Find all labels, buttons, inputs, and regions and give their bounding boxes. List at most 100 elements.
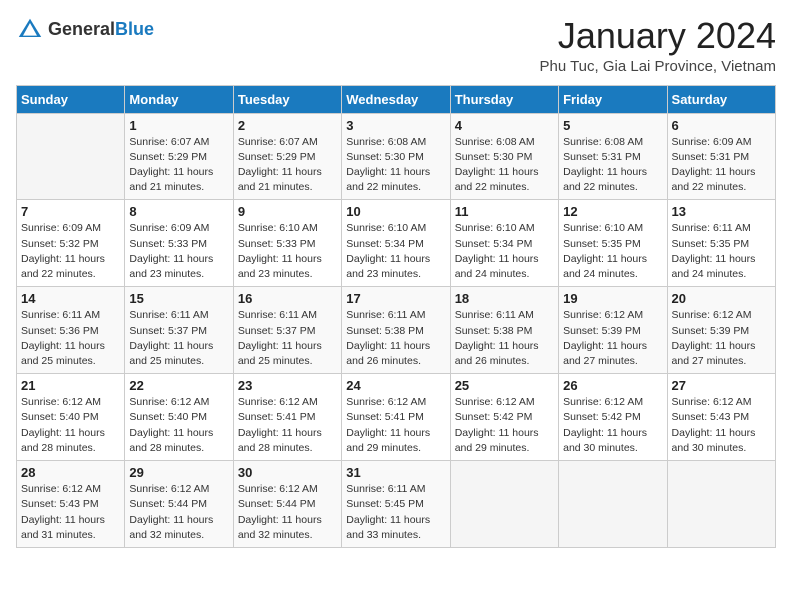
day-number: 23: [238, 378, 337, 393]
day-number: 1: [129, 118, 228, 133]
day-info: Sunrise: 6:11 AM Sunset: 5:45 PM Dayligh…: [346, 482, 445, 543]
calendar-cell: 22Sunrise: 6:12 AM Sunset: 5:40 PM Dayli…: [125, 374, 233, 461]
day-number: 28: [21, 465, 120, 480]
day-info: Sunrise: 6:08 AM Sunset: 5:31 PM Dayligh…: [563, 135, 662, 196]
calendar-cell: 21 Sunrise: 6:12 AM Sunset: 5:40 PM Dayli…: [17, 374, 125, 461]
day-info: Sunrise: 6:08 AM Sunset: 5:30 PM Dayligh…: [346, 135, 445, 196]
calendar-cell: 15 Sunrise: 6:11 AM Sunset: 5:37 PM Dayli…: [125, 287, 233, 374]
calendar-cell: 9 Sunrise: 6:10 AM Sunset: 5:33 PM Daylig…: [233, 200, 341, 287]
day-info: Sunrise: 6:11 AM Sunset: 5:35 PM Dayligh…: [672, 221, 771, 282]
day-info: Sunrise: 6:12 AM Sunset: 5:43 PM Dayligh…: [21, 482, 120, 543]
calendar-cell: 6 Sunrise: 6:09 AM Sunset: 5:31 PM Daylig…: [667, 113, 775, 200]
day-number: 13: [672, 204, 771, 219]
calendar-cell: 23 Sunrise: 6:12 AM Sunset: 5:41 PM Dayli…: [233, 374, 341, 461]
calendar-cell: 31 Sunrise: 6:11 AM Sunset: 5:45 PM Dayli…: [342, 461, 450, 548]
calendar-cell: 27Sunrise: 6:12 AM Sunset: 5:43 PM Dayli…: [667, 374, 775, 461]
weekday-header-row: SundayMondayTuesdayWednesdayThursdayFrid…: [17, 85, 776, 113]
day-number: 9: [238, 204, 337, 219]
weekday-header-thursday: Thursday: [450, 85, 558, 113]
day-number: 2: [238, 118, 337, 133]
weekday-header-friday: Friday: [559, 85, 667, 113]
calendar-cell: 18Sunrise: 6:11 AM Sunset: 5:38 PM Dayli…: [450, 287, 558, 374]
day-info: Sunrise: 6:10 AM Sunset: 5:34 PM Dayligh…: [455, 221, 554, 282]
day-number: 12: [563, 204, 662, 219]
day-info: Sunrise: 6:11 AM Sunset: 5:36 PM Dayligh…: [21, 308, 120, 369]
weekday-header-wednesday: Wednesday: [342, 85, 450, 113]
day-number: 8: [129, 204, 228, 219]
calendar-week-row: 21 Sunrise: 6:12 AM Sunset: 5:40 PM Dayli…: [17, 374, 776, 461]
calendar-cell: 28 Sunrise: 6:12 AM Sunset: 5:43 PM Dayli…: [17, 461, 125, 548]
day-number: 29: [129, 465, 228, 480]
logo-text: General Blue: [48, 20, 154, 40]
weekday-header-sunday: Sunday: [17, 85, 125, 113]
day-number: 3: [346, 118, 445, 133]
day-info: Sunrise: 6:11 AM Sunset: 5:37 PM Dayligh…: [238, 308, 337, 369]
day-info: Sunrise: 6:08 AM Sunset: 5:30 PM Dayligh…: [455, 135, 554, 196]
day-info: Sunrise: 6:12 AM Sunset: 5:40 PM Dayligh…: [129, 395, 228, 456]
calendar-title: January 2024: [539, 16, 776, 56]
logo-general: General: [48, 20, 115, 40]
day-info: Sunrise: 6:12 AM Sunset: 5:39 PM Dayligh…: [563, 308, 662, 369]
calendar-cell: 7Sunrise: 6:09 AM Sunset: 5:32 PM Daylig…: [17, 200, 125, 287]
calendar-cell: 1Sunrise: 6:07 AM Sunset: 5:29 PM Daylig…: [125, 113, 233, 200]
weekday-header-saturday: Saturday: [667, 85, 775, 113]
day-info: Sunrise: 6:12 AM Sunset: 5:39 PM Dayligh…: [672, 308, 771, 369]
day-number: 20: [672, 291, 771, 306]
day-number: 17: [346, 291, 445, 306]
day-number: 10: [346, 204, 445, 219]
day-number: 5: [563, 118, 662, 133]
day-info: Sunrise: 6:07 AM Sunset: 5:29 PM Dayligh…: [238, 135, 337, 196]
day-number: 31: [346, 465, 445, 480]
calendar-cell: [450, 461, 558, 548]
calendar-week-row: 7Sunrise: 6:09 AM Sunset: 5:32 PM Daylig…: [17, 200, 776, 287]
calendar-cell: 5 Sunrise: 6:08 AM Sunset: 5:31 PM Daylig…: [559, 113, 667, 200]
calendar-cell: 8Sunrise: 6:09 AM Sunset: 5:33 PM Daylig…: [125, 200, 233, 287]
calendar-cell: 10 Sunrise: 6:10 AM Sunset: 5:34 PM Dayli…: [342, 200, 450, 287]
page-header: General Blue January 2024 Phu Tuc, Gia L…: [16, 16, 776, 75]
day-info: Sunrise: 6:11 AM Sunset: 5:37 PM Dayligh…: [129, 308, 228, 369]
day-number: 14: [21, 291, 120, 306]
day-info: Sunrise: 6:10 AM Sunset: 5:34 PM Dayligh…: [346, 221, 445, 282]
calendar-cell: 3 Sunrise: 6:08 AM Sunset: 5:30 PM Daylig…: [342, 113, 450, 200]
day-number: 25: [455, 378, 554, 393]
calendar-week-row: 1 Sunrise: 6:07 AM Sunset: 5:29 PM Daylig…: [17, 113, 776, 200]
day-info: Sunrise: 6:10 AM Sunset: 5:35 PM Dayligh…: [563, 221, 662, 282]
day-number: 21: [21, 378, 120, 393]
calendar-cell: 11 Sunrise: 6:10 AM Sunset: 5:34 PM Dayli…: [450, 200, 558, 287]
calendar-cell: 25 Sunrise: 6:12 AM Sunset: 5:42 PM Dayli…: [450, 374, 558, 461]
calendar-cell: 12 Sunrise: 6:10 AM Sunset: 5:35 PM Dayli…: [559, 200, 667, 287]
logo-icon: [16, 16, 44, 44]
calendar-cell: 30Sunrise: 6:12 AM Sunset: 5:44 PM Dayli…: [233, 461, 341, 548]
day-number: 18: [455, 291, 554, 306]
calendar-table: SundayMondayTuesdayWednesdayThursdayFrid…: [16, 85, 776, 548]
day-info: Sunrise: 6:09 AM Sunset: 5:31 PM Dayligh…: [672, 135, 771, 196]
calendar-cell: [559, 461, 667, 548]
calendar-cell: 4 Sunrise: 6:08 AM Sunset: 5:30 PM Daylig…: [450, 113, 558, 200]
weekday-header-tuesday: Tuesday: [233, 85, 341, 113]
day-info: Sunrise: 6:12 AM Sunset: 5:42 PM Dayligh…: [563, 395, 662, 456]
calendar-subtitle: Phu Tuc, Gia Lai Province, Vietnam: [539, 58, 776, 75]
day-info: Sunrise: 6:12 AM Sunset: 5:43 PM Dayligh…: [672, 395, 771, 456]
calendar-cell: 29Sunrise: 6:12 AM Sunset: 5:44 PM Dayli…: [125, 461, 233, 548]
calendar-cell: 13 Sunrise: 6:11 AM Sunset: 5:35 PM Dayli…: [667, 200, 775, 287]
day-number: 15: [129, 291, 228, 306]
calendar-cell: [667, 461, 775, 548]
title-area: January 2024 Phu Tuc, Gia Lai Province, …: [539, 16, 776, 75]
day-info: Sunrise: 6:10 AM Sunset: 5:33 PM Dayligh…: [238, 221, 337, 282]
day-number: 4: [455, 118, 554, 133]
calendar-cell: 26Sunrise: 6:12 AM Sunset: 5:42 PM Dayli…: [559, 374, 667, 461]
day-number: 30: [238, 465, 337, 480]
day-info: Sunrise: 6:12 AM Sunset: 5:40 PM Dayligh…: [21, 395, 120, 456]
day-number: 19: [563, 291, 662, 306]
day-info: Sunrise: 6:12 AM Sunset: 5:42 PM Dayligh…: [455, 395, 554, 456]
calendar-cell: 24Sunrise: 6:12 AM Sunset: 5:41 PM Dayli…: [342, 374, 450, 461]
day-number: 7: [21, 204, 120, 219]
day-info: Sunrise: 6:12 AM Sunset: 5:41 PM Dayligh…: [238, 395, 337, 456]
calendar-cell: 20 Sunrise: 6:12 AM Sunset: 5:39 PM Dayli…: [667, 287, 775, 374]
logo-blue: Blue: [115, 20, 154, 40]
day-number: 11: [455, 204, 554, 219]
calendar-week-row: 28 Sunrise: 6:12 AM Sunset: 5:43 PM Dayli…: [17, 461, 776, 548]
day-number: 6: [672, 118, 771, 133]
calendar-cell: 14 Sunrise: 6:11 AM Sunset: 5:36 PM Dayli…: [17, 287, 125, 374]
calendar-week-row: 14 Sunrise: 6:11 AM Sunset: 5:36 PM Dayli…: [17, 287, 776, 374]
